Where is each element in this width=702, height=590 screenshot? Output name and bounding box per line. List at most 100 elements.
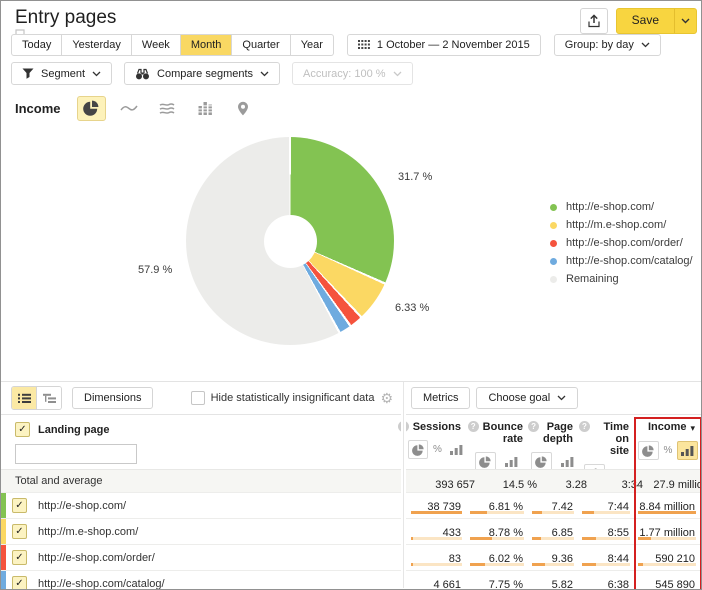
legend-item[interactable]: http://e-shop.com/catalog/ — [550, 252, 693, 270]
bar-fill — [582, 537, 596, 540]
map-pin-icon — [237, 101, 249, 116]
flat-list-view-button[interactable] — [12, 387, 37, 409]
table-row[interactable]: ✓http://e-shop.com/order/836.02 %9.368:4… — [1, 545, 701, 571]
compare-segments-button[interactable]: Compare segments — [124, 62, 280, 85]
dimensions-button[interactable]: Dimensions — [72, 387, 153, 409]
bar-fill — [470, 563, 485, 566]
legend-item[interactable]: http://m.e-shop.com/ — [550, 216, 693, 234]
period-tab-week[interactable]: Week — [132, 34, 181, 56]
bar-track — [532, 563, 574, 566]
period-tab-month[interactable]: Month — [181, 34, 233, 56]
bar-view-icon[interactable] — [447, 440, 467, 459]
metric-column-label[interactable]: Bouncerate — [483, 421, 523, 445]
dimension-cell: ✓ http://e-shop.com/ — [1, 493, 403, 518]
metric-value: 3:34 — [622, 479, 643, 491]
metric-cell: 6.85 — [529, 519, 579, 544]
line-chart-type-button[interactable] — [115, 96, 144, 121]
legend-item[interactable]: Remaining — [550, 270, 693, 288]
metric-column-label[interactable]: Income — [648, 421, 687, 433]
donut-chart-type-button[interactable] — [77, 96, 106, 121]
segment-button[interactable]: Segment — [11, 62, 112, 85]
table-body: Total and average393 65714.5 %3.283:3427… — [1, 469, 701, 590]
tree-view-button[interactable] — [37, 387, 61, 409]
period-tab-quarter[interactable]: Quarter — [232, 34, 290, 56]
help-icon[interactable]: ? — [468, 421, 479, 432]
date-range-button[interactable]: 1 October — 2 November 2015 — [347, 34, 541, 56]
metric-value: 27.9 million — [653, 479, 702, 491]
table-row[interactable]: ✓http://m.e-shop.com/4338.78 %6.858:551.… — [1, 519, 701, 545]
columns-chart-type-button[interactable] — [191, 96, 220, 121]
group-by-button[interactable]: Group: by day — [554, 34, 661, 56]
pie-view-icon[interactable] — [408, 440, 428, 459]
help-icon[interactable]: ? — [579, 421, 590, 432]
metric-cell: 9.36 — [529, 545, 579, 570]
save-dropdown-button[interactable] — [674, 9, 696, 33]
metric-value: 3.28 — [566, 479, 587, 491]
toolbar-right: Metrics Choose goal — [403, 387, 578, 409]
hide-insignificant-checkbox[interactable] — [191, 391, 205, 405]
stacked-area-chart-type-button[interactable] — [153, 96, 182, 121]
sort-desc-icon[interactable]: ▾ — [690, 422, 695, 434]
accuracy-button[interactable]: Accuracy: 100 % — [292, 62, 413, 85]
table-row[interactable]: ✓ http://e-shop.com/catalog/4 6617.75 %5.… — [1, 571, 701, 590]
bar-track — [638, 537, 696, 540]
legend-item[interactable]: http://e-shop.com/ — [550, 198, 693, 216]
bar-track — [582, 511, 630, 514]
metric-column-label[interactable]: Pagedepth — [543, 421, 573, 445]
bar-fill — [582, 563, 596, 566]
landing-page-url[interactable]: http://e-shop.com/order/ — [38, 552, 155, 564]
landing-page-url[interactable]: http://e-shop.com/ — [38, 500, 126, 512]
export-button[interactable] — [580, 8, 608, 34]
bar-view-icon[interactable] — [677, 441, 698, 460]
metric-columns-header: ?Sessions%? Bouncerate? Pagedepth? Timeon s… — [408, 415, 701, 469]
bar-fill — [582, 511, 594, 514]
hide-insignificant-label[interactable]: Hide statistically insignificant data — [211, 392, 375, 404]
period-tab-yesterday[interactable]: Yesterday — [62, 34, 132, 56]
bar-fill — [638, 537, 651, 540]
metric-cell: 83 — [408, 545, 467, 570]
select-all-checkbox[interactable]: ✓ — [15, 422, 30, 437]
metric-column-label[interactable]: Timeon site — [594, 421, 629, 457]
metric-cell: 6.02 % — [467, 545, 529, 570]
metric-column-header: ?Sessions — [408, 421, 467, 433]
metrics-button[interactable]: Metrics — [411, 387, 470, 409]
income-donut-chart[interactable] — [186, 137, 394, 345]
bar-track — [582, 537, 630, 540]
panel-divider — [401, 382, 406, 588]
save-button[interactable]: Save — [617, 9, 674, 33]
metric-column-sessions: ?Sessions% — [408, 415, 467, 469]
bar-fill — [470, 511, 487, 514]
dimension-filter-input[interactable] — [15, 444, 137, 464]
legend-item[interactable]: http://e-shop.com/order/ — [550, 234, 693, 252]
title-actions: Save — [580, 8, 697, 34]
help-icon[interactable]: ? — [528, 421, 539, 432]
map-chart-type-button[interactable] — [229, 96, 258, 121]
metric-cell: 38 739 — [408, 493, 467, 518]
metric-cells: 4 6617.75 %5.826:38545 890 — [408, 571, 701, 590]
choose-goal-button[interactable]: Choose goal — [476, 387, 578, 409]
bar-fill — [411, 537, 413, 540]
metric-column-label[interactable]: Sessions — [413, 421, 461, 433]
metric-name-label: Income — [15, 101, 61, 116]
metric-value: 14.5 % — [503, 479, 537, 491]
landing-page-url[interactable]: http://e-shop.com/catalog/ — [38, 578, 165, 590]
metric-cell: 590 210 — [635, 545, 701, 570]
row-checkbox[interactable]: ✓ — [12, 498, 27, 513]
bar-fill — [532, 563, 545, 566]
percent-view-icon[interactable]: % — [433, 444, 442, 455]
metric-cell: 14.5 % — [481, 470, 543, 492]
legend-dot — [550, 222, 557, 229]
legend-label: http://e-shop.com/order/ — [566, 237, 683, 249]
period-tab-year[interactable]: Year — [291, 34, 334, 56]
percent-view-icon[interactable]: % — [664, 445, 673, 456]
period-tab-today[interactable]: Today — [11, 34, 62, 56]
row-checkbox[interactable]: ✓ — [12, 550, 27, 565]
table-row[interactable]: ✓http://e-shop.com/38 7396.81 %7.427:448… — [1, 493, 701, 519]
landing-page-url[interactable]: http://m.e-shop.com/ — [38, 526, 138, 538]
row-checkbox[interactable]: ✓ — [12, 524, 27, 539]
pie-view-icon[interactable] — [638, 441, 659, 460]
export-icon — [587, 14, 601, 28]
gear-icon[interactable]: ⚙ — [380, 391, 393, 405]
row-checkbox[interactable]: ✓ — [12, 576, 27, 590]
metric-column-page-depth: ? Pagedepth — [529, 415, 579, 469]
